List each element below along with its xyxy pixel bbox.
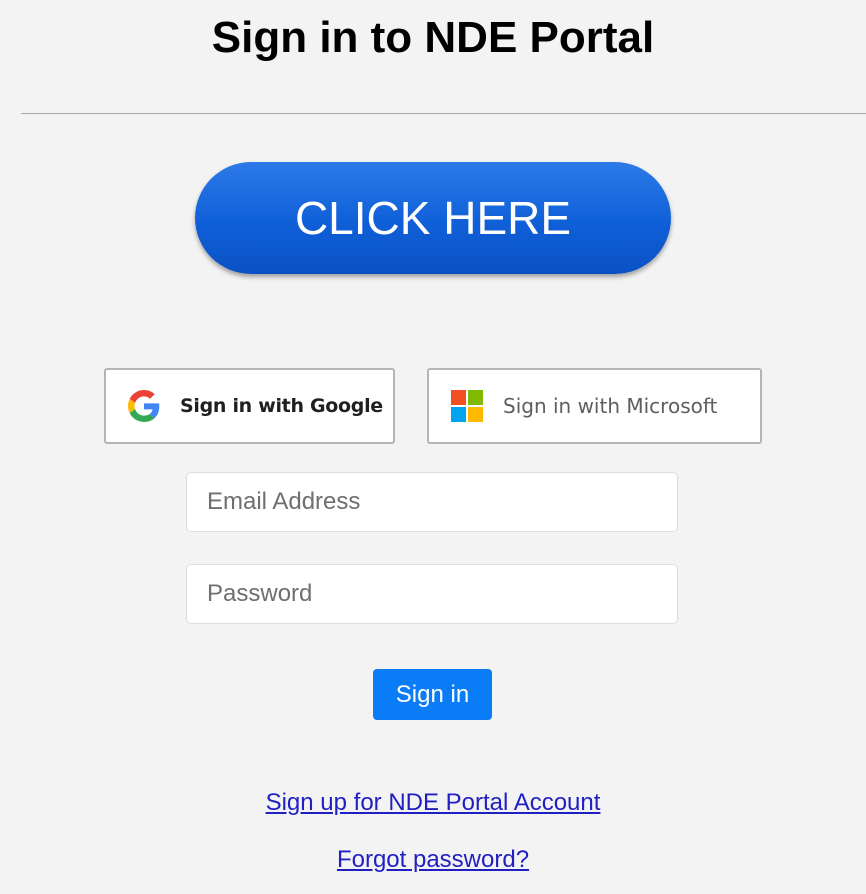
click-here-button[interactable]: CLICK HERE <box>195 162 671 274</box>
sign-in-button[interactable]: Sign in <box>373 669 492 720</box>
microsoft-signin-label: Sign in with Microsoft <box>503 394 718 418</box>
page-title: Sign in to NDE Portal <box>211 13 655 62</box>
password-field[interactable] <box>186 564 678 624</box>
microsoft-logo-icon <box>451 390 483 422</box>
microsoft-signin-button[interactable]: Sign in with Microsoft <box>427 368 762 444</box>
email-field[interactable] <box>186 472 678 532</box>
google-signin-label: Sign in with Google <box>180 395 383 417</box>
google-signin-button[interactable]: Sign in with Google <box>104 368 395 444</box>
header-divider <box>21 113 866 114</box>
google-g-icon <box>128 390 160 422</box>
forgot-password-link[interactable]: Forgot password? <box>337 846 529 873</box>
signup-link[interactable]: Sign up for NDE Portal Account <box>266 789 601 816</box>
forgot-password-link-row: Forgot password? <box>0 846 866 874</box>
signup-link-row: Sign up for NDE Portal Account <box>0 789 866 817</box>
